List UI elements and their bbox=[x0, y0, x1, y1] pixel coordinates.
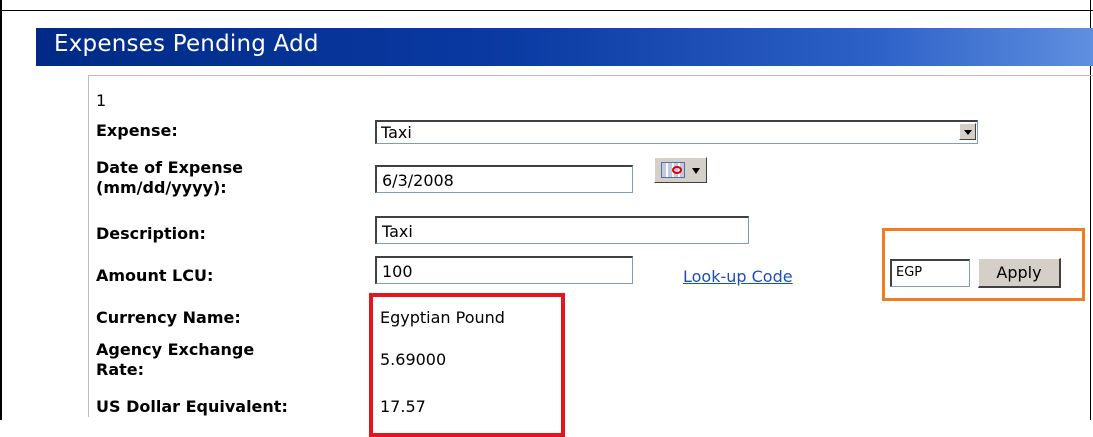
currency-highlight bbox=[369, 293, 565, 437]
apply-button[interactable]: Apply bbox=[978, 258, 1061, 288]
usd-equivalent-label: US Dollar Equivalent: bbox=[96, 397, 288, 416]
chevron-down-icon bbox=[692, 168, 700, 174]
record-number: 1 bbox=[96, 91, 107, 110]
lookup-code-link[interactable]: Look-up Code bbox=[683, 267, 793, 286]
exchange-rate-label-line1: Agency Exchange bbox=[96, 340, 255, 359]
currency-name-label: Currency Name: bbox=[96, 308, 241, 327]
expense-select-value: Taxi bbox=[381, 123, 412, 142]
description-label: Description: bbox=[96, 224, 206, 243]
date-label-line2: (mm/dd/yyyy): bbox=[96, 178, 227, 197]
date-input[interactable]: 6/3/2008 bbox=[375, 165, 633, 193]
exchange-rate-label-line2: Rate: bbox=[96, 360, 145, 379]
currency-code-input[interactable]: EGP bbox=[890, 259, 970, 287]
calendar-button[interactable] bbox=[654, 157, 707, 183]
expense-select[interactable]: Taxi bbox=[375, 120, 978, 144]
section-header: Expenses Pending Add bbox=[36, 28, 1093, 66]
top-divider bbox=[0, 10, 1093, 11]
page-title: Expenses Pending Add bbox=[54, 31, 319, 57]
amount-input[interactable]: 100 bbox=[375, 256, 633, 284]
amount-label: Amount LCU: bbox=[96, 266, 214, 285]
expense-label: Expense: bbox=[96, 121, 178, 140]
chevron-down-icon[interactable] bbox=[959, 123, 976, 140]
description-input[interactable]: Taxi bbox=[375, 216, 749, 244]
date-label-line1: Date of Expense bbox=[96, 158, 243, 177]
calendar-icon bbox=[661, 162, 685, 178]
